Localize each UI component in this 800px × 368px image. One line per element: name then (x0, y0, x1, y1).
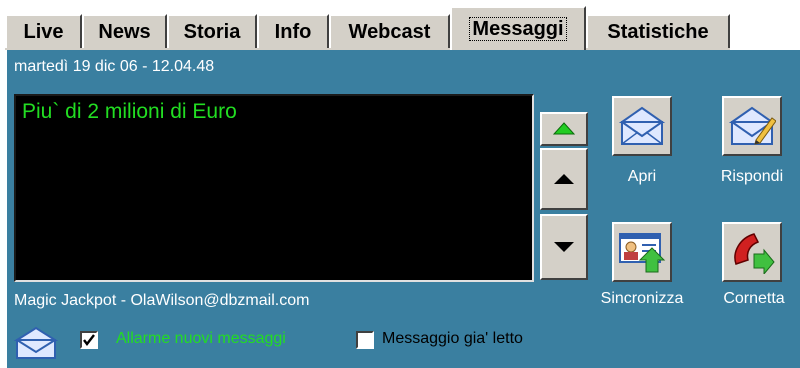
tab-label: News (98, 20, 151, 43)
tab-webcast[interactable]: Webcast (329, 14, 450, 48)
open-label: Apri (627, 168, 657, 185)
down-arrow-icon (554, 242, 574, 252)
read-checkbox[interactable] (356, 331, 374, 349)
message-display[interactable]: Piu` di 2 milioni di Euro (14, 94, 534, 282)
sync-label: Sincronizza (600, 290, 684, 307)
scroll-up-button[interactable] (540, 148, 588, 210)
envelope-pencil-icon (728, 106, 776, 145)
open-button[interactable] (612, 96, 672, 156)
reply-button[interactable] (722, 96, 782, 156)
tab-label: Info (274, 20, 312, 43)
tab-label: Messaggi (469, 17, 567, 41)
alarm-checkbox[interactable] (80, 331, 98, 349)
scroll-top-button[interactable] (540, 112, 588, 146)
read-label: Messaggio gia' letto (382, 330, 523, 347)
phone-label: Cornetta (723, 290, 785, 307)
envelope-icon (14, 326, 58, 359)
tab-label: Statistiche (607, 20, 709, 43)
tab-strip: Live News Storia Info Webcast Messaggi S… (0, 0, 800, 50)
green-up-arrow-icon (553, 122, 575, 135)
open-envelope-icon (618, 106, 666, 145)
tab-info[interactable]: Info (257, 14, 329, 48)
message-datetime: martedì 19 dic 06 - 12.04.48 (14, 58, 215, 75)
checkmark-icon (83, 334, 95, 346)
tab-statistiche[interactable]: Statistiche (586, 14, 730, 48)
scroll-down-button[interactable] (540, 214, 588, 280)
contact-card-sync-icon (619, 233, 666, 273)
sync-button[interactable] (612, 222, 672, 282)
tab-storia[interactable]: Storia (167, 14, 257, 48)
tab-label: Storia (183, 20, 241, 43)
tab-label: Live (23, 20, 64, 43)
up-arrow-icon (554, 174, 574, 184)
reply-label: Rispondi (720, 168, 784, 185)
message-sender: Magic Jackpot - OlaWilson@dbzmail.com (14, 292, 310, 309)
phone-button[interactable] (722, 222, 782, 282)
tab-label: Webcast (348, 20, 431, 43)
tab-news[interactable]: News (82, 14, 167, 48)
alarm-label: Allarme nuovi messaggi (116, 330, 286, 347)
red-phone-icon (734, 233, 775, 274)
tab-live[interactable]: Live (5, 14, 82, 48)
tab-messaggi[interactable]: Messaggi (450, 6, 586, 50)
message-text: Piu` di 2 milioni di Euro (22, 100, 237, 123)
